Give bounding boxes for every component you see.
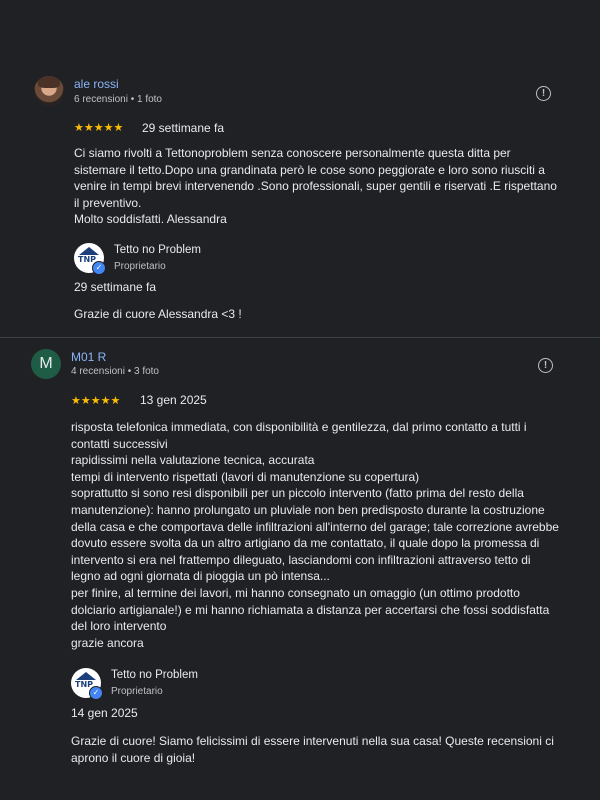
review-date: 13 gen 2025 [140, 393, 207, 407]
review-text: Ci siamo rivolti a Tettonoproblem senza … [74, 146, 557, 227]
verified-check-icon: ✓ [89, 686, 103, 700]
owner-logo: TNP ✓ [71, 668, 103, 700]
review-divider [0, 337, 600, 338]
info-icon[interactable]: ! [538, 358, 553, 373]
owner-name: Tetto no Problem [111, 669, 198, 681]
reply-date: 29 settimane fa [74, 280, 157, 294]
star-rating: ★★★★★ [71, 395, 121, 407]
reviews-page: ale rossi 6 recensioni • 1 foto ! ★★★★★ … [0, 0, 600, 800]
review-date: 29 settimane fa [142, 121, 225, 135]
author-meta: 4 recensioni • 3 foto [71, 366, 159, 377]
author-avatar[interactable] [34, 76, 64, 106]
verified-check-icon: ✓ [92, 261, 106, 275]
owner-name: Tetto no Problem [114, 244, 201, 256]
reply-text: Grazie di cuore! Siamo felicissimi di es… [71, 734, 554, 765]
reply-date: 14 gen 2025 [71, 706, 138, 720]
owner-role: Proprietario [114, 261, 166, 272]
info-icon[interactable]: ! [536, 86, 551, 101]
reply-text: Grazie di cuore Alessandra <3 ! [74, 307, 242, 321]
author-name[interactable]: ale rossi [74, 77, 119, 91]
owner-role: Proprietario [111, 686, 163, 697]
owner-logo: TNP ✓ [74, 243, 106, 275]
roof-icon [76, 672, 96, 680]
review-text: risposta telefonica immediata, con dispo… [71, 420, 559, 650]
roof-icon [79, 247, 99, 255]
author-avatar[interactable]: M [31, 349, 61, 379]
star-rating: ★★★★★ [74, 122, 124, 134]
author-name[interactable]: M01 R [71, 350, 106, 364]
author-meta: 6 recensioni • 1 foto [74, 94, 162, 105]
